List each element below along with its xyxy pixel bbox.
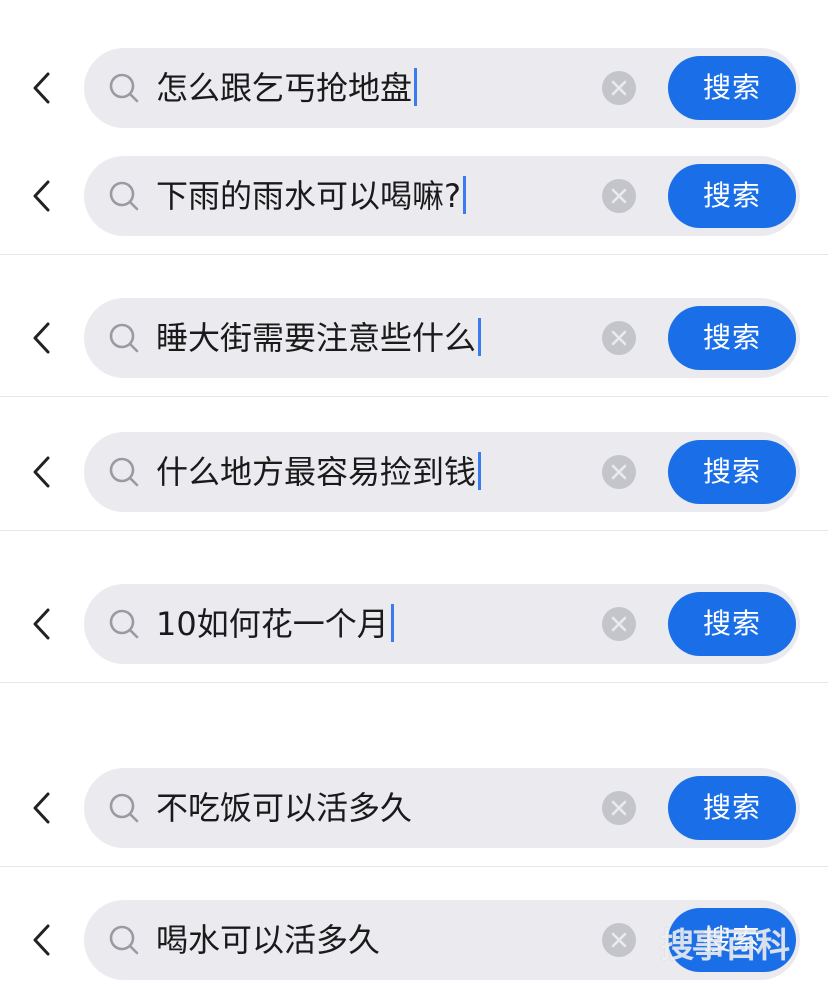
search-bar[interactable]: 下雨的雨水可以喝嘛? 搜索 [84, 156, 800, 236]
search-input[interactable]: 喝水可以活多久 [156, 900, 380, 980]
search-input[interactable]: 什么地方最容易捡到钱 [156, 432, 482, 512]
chevron-left-icon[interactable] [28, 70, 58, 106]
search-query-text: 10如何花一个月 [156, 605, 389, 643]
chevron-left-icon[interactable] [28, 454, 58, 490]
search-query-text: 不吃饭可以活多久 [156, 789, 413, 827]
clear-icon[interactable] [601, 320, 637, 356]
search-icon [109, 609, 139, 639]
search-row: 睡大街需要注意些什么 搜索 [0, 298, 828, 378]
divider [0, 530, 828, 531]
search-query-text: 怎么跟乞丐抢地盘 [156, 69, 413, 107]
search-bar[interactable]: 不吃饭可以活多久 搜索 [84, 768, 800, 848]
text-cursor [478, 318, 482, 356]
divider [0, 254, 828, 255]
clear-icon[interactable] [601, 454, 637, 490]
search-button[interactable]: 搜索 [668, 776, 796, 840]
search-row: 下雨的雨水可以喝嘛? 搜索 [0, 156, 828, 236]
divider [0, 682, 828, 683]
search-button[interactable]: 搜索 [668, 440, 796, 504]
clear-icon[interactable] [601, 922, 637, 958]
search-query-text: 喝水可以活多久 [156, 921, 381, 959]
search-bar[interactable]: 怎么跟乞丐抢地盘 搜索 [84, 48, 800, 128]
search-input[interactable]: 怎么跟乞丐抢地盘 [156, 48, 418, 128]
clear-icon[interactable] [601, 178, 637, 214]
clear-icon[interactable] [601, 790, 637, 826]
search-bar[interactable]: 10如何花一个月 搜索 [84, 584, 800, 664]
search-icon [109, 793, 139, 823]
search-input[interactable]: 不吃饭可以活多久 [156, 768, 412, 848]
search-icon [109, 181, 139, 211]
search-query-text: 下雨的雨水可以喝嘛? [156, 177, 461, 215]
clear-icon[interactable] [601, 606, 637, 642]
search-query-text: 睡大街需要注意些什么 [156, 319, 477, 357]
search-icon [109, 73, 139, 103]
search-icon [109, 925, 139, 955]
search-button[interactable]: 搜索 [668, 164, 796, 228]
search-bar[interactable]: 睡大街需要注意些什么 搜索 [84, 298, 800, 378]
chevron-left-icon[interactable] [28, 606, 58, 642]
text-cursor [414, 68, 418, 106]
text-cursor [463, 176, 466, 214]
clear-icon[interactable] [601, 70, 637, 106]
search-input[interactable]: 下雨的雨水可以喝嘛? [156, 156, 466, 236]
text-cursor [390, 604, 394, 642]
search-row: 什么地方最容易捡到钱 搜索 [0, 432, 828, 512]
divider [0, 396, 828, 397]
watermark: 搜事百科 [660, 926, 790, 966]
search-icon [109, 323, 139, 353]
chevron-left-icon[interactable] [28, 922, 58, 958]
search-input[interactable]: 10如何花一个月 [156, 584, 394, 664]
search-row: 不吃饭可以活多久 搜索 [0, 768, 828, 848]
chevron-left-icon[interactable] [28, 320, 58, 356]
search-input[interactable]: 睡大街需要注意些什么 [156, 298, 482, 378]
search-icon [109, 457, 139, 487]
chevron-left-icon[interactable] [28, 178, 58, 214]
divider [0, 866, 828, 867]
search-button[interactable]: 搜索 [668, 56, 796, 120]
text-cursor [478, 452, 482, 490]
search-row: 怎么跟乞丐抢地盘 搜索 [0, 48, 828, 128]
search-query-text: 什么地方最容易捡到钱 [156, 453, 477, 491]
search-row: 10如何花一个月 搜索 [0, 584, 828, 664]
chevron-left-icon[interactable] [28, 790, 58, 826]
search-button[interactable]: 搜索 [668, 306, 796, 370]
search-button[interactable]: 搜索 [668, 592, 796, 656]
search-bar[interactable]: 什么地方最容易捡到钱 搜索 [84, 432, 800, 512]
